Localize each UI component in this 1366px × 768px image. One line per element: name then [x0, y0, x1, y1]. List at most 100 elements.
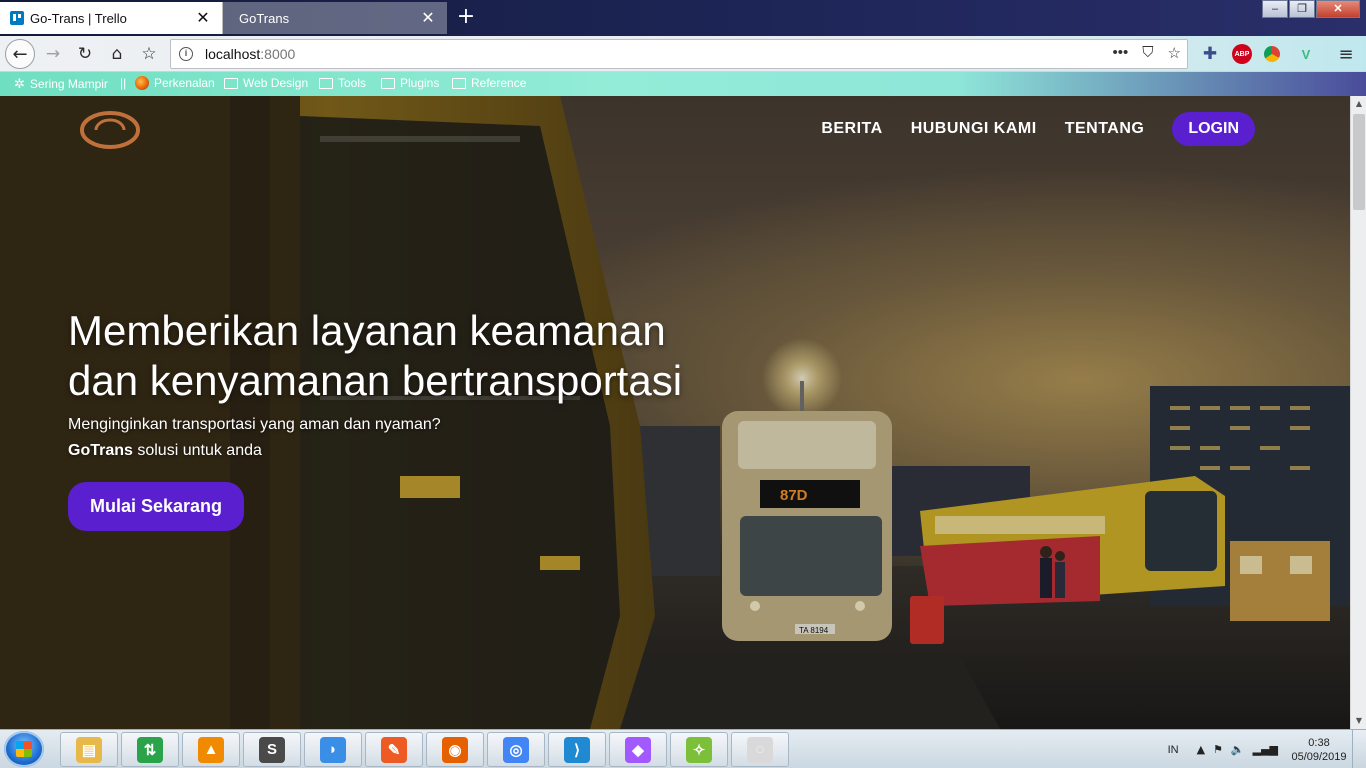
input-language[interactable]: IN	[1168, 744, 1179, 756]
vlc-icon: ▲	[198, 736, 224, 763]
bookmark-perkenalan[interactable]: Perkenalan	[135, 76, 215, 90]
tab-title: GoTrans	[239, 10, 290, 26]
bookmark-reference[interactable]: Reference	[452, 76, 526, 90]
restore-button[interactable]: ❐	[1289, 0, 1315, 18]
chrome-extension-icon[interactable]	[1264, 46, 1280, 62]
firefox-icon: ◉	[442, 736, 468, 763]
bookmark-separator: ||	[120, 76, 127, 90]
star-icon: ☆	[141, 44, 157, 64]
arrow-left-icon: ←	[12, 43, 28, 65]
url-port: :8000	[260, 46, 296, 62]
tab-close-icon[interactable]: ✕	[419, 8, 437, 28]
nav-hubungi-kami[interactable]: HUBUNGI KAMI	[911, 120, 1037, 138]
taskbar-app-firefox[interactable]: ◉	[426, 732, 484, 767]
system-tray: IN ▲ ⚑ 🔈 ▂▄▆ 0:38 05/09/2019	[1168, 730, 1366, 768]
tab-gotrans[interactable]: GoTrans ✕	[223, 2, 447, 34]
scroll-down-arrow-icon[interactable]: ▼	[1351, 713, 1366, 729]
start-button[interactable]	[4, 731, 44, 767]
hero-subtitle: Menginginkan transportasi yang aman dan …	[68, 412, 708, 464]
bookmark-page-button[interactable]: ☆	[136, 41, 162, 67]
scroll-thumb[interactable]	[1353, 114, 1365, 210]
bookmark-label: Tools	[338, 76, 367, 90]
tab-trello[interactable]: Go-Trans | Trello ✕	[0, 2, 223, 34]
forward-button[interactable]: →	[40, 41, 66, 67]
figma-icon: ◆	[625, 736, 651, 763]
reload-icon: ↻	[77, 44, 93, 64]
login-button[interactable]: LOGIN	[1172, 112, 1255, 146]
hero-title: Memberikan layanan keamanan dan kenyaman…	[68, 307, 683, 404]
city-skyline-theme	[906, 72, 1366, 96]
minimize-button[interactable]: –	[1262, 0, 1288, 18]
hero-subtitle-line2: solusi untuk anda	[132, 442, 262, 459]
url-actions: ••• ⛉ ☆	[1113, 44, 1181, 62]
page-actions-icon[interactable]: •••	[1113, 44, 1129, 62]
show-desktop-button[interactable]	[1352, 730, 1366, 768]
window-controls: – ❐ ✕	[1262, 0, 1360, 18]
tab-title: Go-Trans | Trello	[30, 10, 127, 26]
download-manager-icon: ⇅	[137, 736, 163, 763]
home-button[interactable]: ⌂	[104, 41, 130, 67]
bookmark-label: Web Design	[243, 76, 309, 90]
close-window-button[interactable]: ✕	[1316, 0, 1360, 18]
gotrans-landing-page: 87D TA 8194 BERITA HUBUNGI KAMI TENTANG …	[0, 96, 1350, 729]
bookmark-label: Plugins	[400, 76, 440, 90]
pocket-icon[interactable]: ⛉	[1142, 44, 1153, 62]
taskbar-app-dolphin[interactable]: ◗	[304, 732, 362, 767]
vue-devtools-icon[interactable]: V	[1296, 44, 1316, 64]
hero-subtitle-line1: Menginginkan transportasi yang aman dan …	[68, 416, 441, 433]
file-explorer-icon: ▤	[76, 736, 102, 763]
volume-icon[interactable]: 🔈	[1231, 743, 1245, 756]
taskbar-app-vlc[interactable]: ▲	[182, 732, 240, 767]
app-loading-icon: ◌	[747, 736, 773, 763]
folder-icon	[452, 77, 466, 89]
puzzle-icon[interactable]: ✚	[1200, 44, 1220, 64]
bookmark-label: Reference	[471, 76, 527, 90]
bookmark-sering-mampir[interactable]: ✲ Sering Mampir	[14, 76, 108, 92]
bookmark-tools[interactable]: Tools	[319, 76, 366, 90]
taskbar-app-chrome[interactable]: ◎	[487, 732, 545, 767]
clock[interactable]: 0:38 05/09/2019	[1286, 736, 1352, 764]
arrow-right-icon: →	[45, 44, 61, 64]
scroll-up-arrow-icon[interactable]: ▲	[1351, 96, 1366, 112]
dolphin-icon: ◗	[320, 736, 346, 763]
back-button[interactable]: ←	[5, 39, 35, 69]
action-center-icon[interactable]: ⚑	[1213, 743, 1223, 756]
taskbar-app-app-loading[interactable]: ◌	[731, 732, 789, 767]
bookmarks-bar: ✲ Sering Mampir || Perkenalan Web Design…	[0, 72, 1366, 96]
firefox-icon	[135, 76, 149, 90]
taskbar-app-sublime-text[interactable]: S	[243, 732, 301, 767]
brackets-pen-icon: ✎	[381, 736, 407, 763]
new-tab-icon[interactable]: +	[455, 4, 477, 29]
page-scrollbar[interactable]: ▲ ▼	[1350, 96, 1366, 729]
chrome-icon: ◎	[503, 736, 529, 763]
bookmark-plugins[interactable]: Plugins	[381, 76, 439, 90]
info-icon[interactable]: i	[179, 47, 193, 61]
folder-icon	[381, 77, 395, 89]
taskbar-app-app-green[interactable]: ✧	[670, 732, 728, 767]
gear-icon: ✲	[14, 76, 25, 91]
taskbar-app-download-manager[interactable]: ⇅	[121, 732, 179, 767]
nav-tentang[interactable]: TENTANG	[1065, 120, 1145, 138]
adblock-icon[interactable]: ABP	[1232, 44, 1252, 64]
trello-icon	[10, 11, 24, 25]
mulai-sekarang-button[interactable]: Mulai Sekarang	[68, 482, 245, 531]
tray-expand-icon[interactable]: ▲	[1197, 743, 1205, 756]
reload-button[interactable]: ↻	[72, 41, 98, 67]
hero-brand-name: GoTrans	[68, 442, 133, 459]
nav-berita[interactable]: BERITA	[821, 120, 882, 138]
windows-taskbar: ▤ ⇅ ▲ S ◗ ✎ ◉ ◎ ⟩ ◆ ✧ ◌ IN ▲ ⚑ 🔈 ▂▄▆ 0:38 05/09/201…	[0, 729, 1366, 768]
taskbar-app-brackets-pen[interactable]: ✎	[365, 732, 423, 767]
network-signal-icon[interactable]: ▂▄▆	[1253, 743, 1278, 756]
bookmark-star-icon[interactable]: ☆	[1168, 44, 1181, 62]
bookmark-label: Sering Mampir	[29, 77, 108, 91]
bookmark-web-design[interactable]: Web Design	[224, 76, 308, 90]
tab-close-icon[interactable]: ✕	[194, 8, 212, 28]
taskbar-app-vscode[interactable]: ⟩	[548, 732, 606, 767]
gotrans-logo[interactable]	[78, 108, 142, 152]
taskbar-app-file-explorer[interactable]: ▤	[60, 732, 118, 767]
sublime-text-icon: S	[259, 736, 285, 763]
url-bar[interactable]: i localhost:8000 ••• ⛉ ☆	[170, 39, 1188, 69]
taskbar-app-figma[interactable]: ◆	[609, 732, 667, 767]
hamburger-menu-icon[interactable]: ≡	[1336, 44, 1356, 65]
bookmark-label: Perkenalan	[154, 76, 215, 90]
